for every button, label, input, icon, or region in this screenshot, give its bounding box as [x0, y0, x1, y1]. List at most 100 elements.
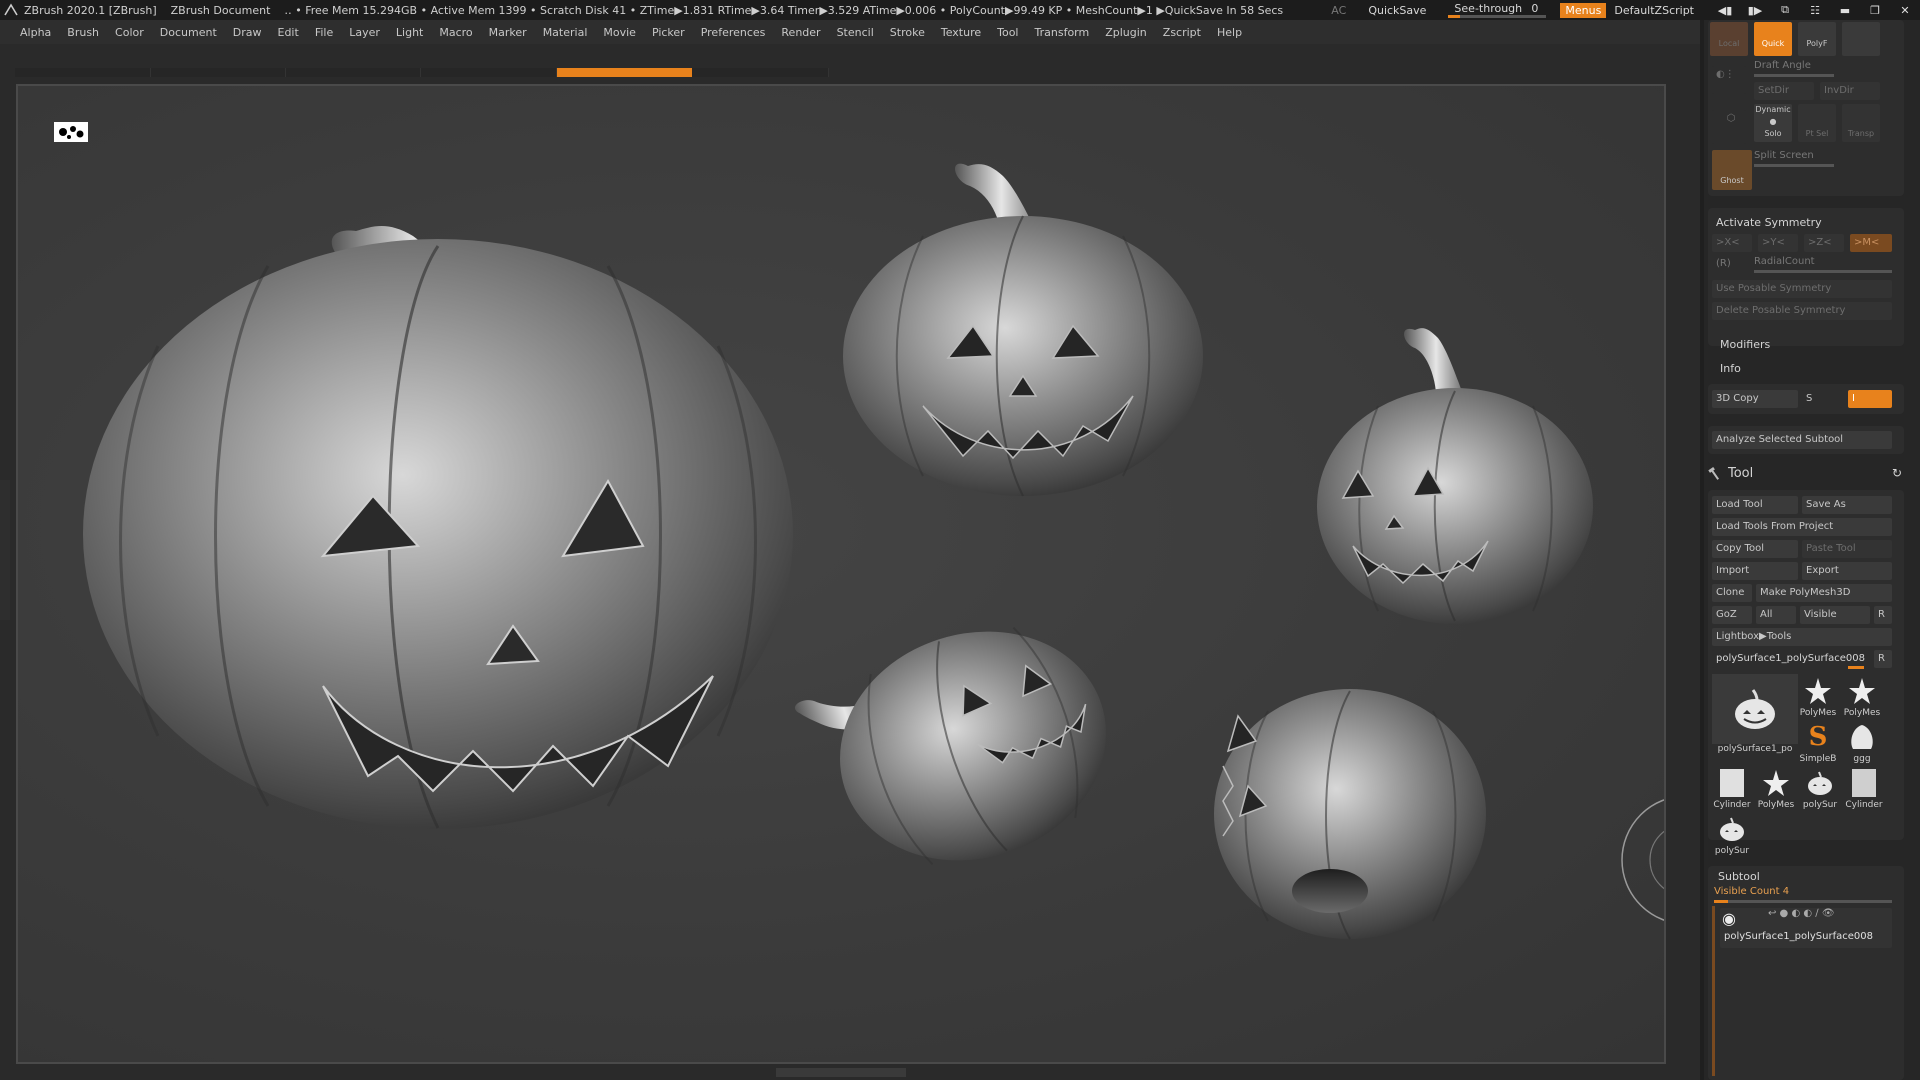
radialcount-slider[interactable]: [1754, 270, 1892, 273]
use-posable-symmetry-button[interactable]: Use Posable Symmetry: [1712, 280, 1892, 298]
copy3d-i-value[interactable]: I: [1848, 390, 1892, 408]
tool-thumb[interactable]: Cylinder: [1712, 766, 1752, 812]
menu-draw[interactable]: Draw: [233, 26, 262, 39]
menu-file[interactable]: File: [315, 26, 333, 39]
menu-preferences[interactable]: Preferences: [701, 26, 766, 39]
export-button[interactable]: Export: [1802, 562, 1892, 580]
tool-r-button[interactable]: R: [1874, 650, 1892, 668]
tool-thumb[interactable]: PolyMes: [1756, 766, 1796, 812]
cube-icon[interactable]: ⬡: [1712, 110, 1746, 144]
quicksave-button[interactable]: QuickSave: [1368, 4, 1426, 17]
subtool-item[interactable]: ◉ ↩ ● ◐ ◐ ∕ 👁 polySurface1_polySurface00…: [1720, 908, 1892, 948]
copy3d-s-value[interactable]: S: [1802, 390, 1842, 408]
ghost-button[interactable]: Ghost: [1712, 150, 1752, 190]
default-zscript-button[interactable]: DefaultZScript: [1614, 4, 1694, 17]
save-as-button[interactable]: Save As: [1802, 496, 1892, 514]
info-header[interactable]: Info: [1720, 362, 1741, 375]
solo-button[interactable]: Dynamic ● Solo: [1754, 104, 1792, 142]
menu-stroke[interactable]: Stroke: [890, 26, 925, 39]
load-tools-from-project-button[interactable]: Load Tools From Project: [1712, 518, 1892, 536]
menu-transform[interactable]: Transform: [1035, 26, 1090, 39]
menu-macro[interactable]: Macro: [439, 26, 472, 39]
tab-segment[interactable]: [421, 68, 557, 77]
menu-movie[interactable]: Movie: [603, 26, 636, 39]
local-button[interactable]: Local: [1710, 22, 1748, 56]
pumpkin-bottom-middle[interactable]: [788, 598, 1136, 901]
menu-marker[interactable]: Marker: [489, 26, 527, 39]
tab-segment[interactable]: [151, 68, 286, 77]
draft-angle-slider[interactable]: [1754, 74, 1834, 77]
setdir-button[interactable]: SetDir: [1754, 82, 1814, 100]
tab-segment[interactable]: [15, 68, 151, 77]
sym-x-button[interactable]: >X<: [1712, 234, 1752, 252]
menu-picker[interactable]: Picker: [652, 26, 685, 39]
menu-layer[interactable]: Layer: [349, 26, 380, 39]
menu-alpha[interactable]: Alpha: [20, 26, 51, 39]
bottom-tray-handle[interactable]: [776, 1068, 906, 1077]
tool-thumb[interactable]: PolyMes: [1798, 674, 1838, 720]
tool-thumb[interactable]: S SimpleB: [1798, 720, 1838, 766]
sym-y-button[interactable]: >Y<: [1758, 234, 1798, 252]
menu-tool[interactable]: Tool: [997, 26, 1018, 39]
clone-button[interactable]: Clone: [1712, 584, 1752, 602]
menu-render[interactable]: Render: [781, 26, 820, 39]
tool-thumb[interactable]: Cylinder: [1844, 766, 1884, 812]
menus-toggle[interactable]: Menus: [1560, 2, 1607, 18]
maximize-icon[interactable]: ❐: [1860, 0, 1890, 20]
tool-thumb[interactable]: PolyMes: [1842, 674, 1882, 720]
menu-color[interactable]: Color: [115, 26, 144, 39]
visible-count-slider[interactable]: [1714, 900, 1892, 903]
pumpkin-bottom-right[interactable]: [1214, 689, 1486, 940]
ptsel-button[interactable]: Pt Sel: [1798, 104, 1836, 142]
pumpkin-right[interactable]: [1317, 328, 1593, 624]
subtool-header[interactable]: Subtool: [1718, 870, 1760, 883]
reset-icon[interactable]: ↻: [1892, 466, 1902, 480]
menu-texture[interactable]: Texture: [941, 26, 981, 39]
analyze-subtool-button[interactable]: Analyze Selected Subtool: [1712, 431, 1892, 449]
load-tool-button[interactable]: Load Tool: [1712, 496, 1798, 514]
tool-palette-title[interactable]: Tool: [1728, 466, 1753, 481]
transp-button[interactable]: Transp: [1842, 104, 1880, 142]
minimize-icon[interactable]: ▬: [1830, 0, 1860, 20]
close-icon[interactable]: ✕: [1890, 0, 1920, 20]
quick-button[interactable]: Quick: [1754, 22, 1792, 56]
menu-help[interactable]: Help: [1217, 26, 1242, 39]
menu-light[interactable]: Light: [396, 26, 423, 39]
tool-thumb-active[interactable]: polySurface1_po: [1712, 674, 1798, 758]
store-ui-icon[interactable]: ☷: [1800, 0, 1830, 20]
tool-thumb[interactable]: ggg: [1842, 720, 1882, 766]
material-sphere-button[interactable]: [1842, 22, 1880, 56]
copy-tool-button[interactable]: Copy Tool: [1712, 540, 1798, 558]
menu-edit[interactable]: Edit: [278, 26, 299, 39]
menu-brush[interactable]: Brush: [67, 26, 99, 39]
menu-document[interactable]: Document: [160, 26, 217, 39]
polyframe-button[interactable]: PolyF: [1798, 22, 1836, 56]
current-tool-slider[interactable]: polySurface1_polySurface008: [1712, 650, 1870, 668]
invdir-button[interactable]: InvDir: [1820, 82, 1880, 100]
document-canvas[interactable]: [16, 84, 1666, 1064]
paste-tool-button[interactable]: Paste Tool: [1802, 540, 1892, 558]
import-button[interactable]: Import: [1712, 562, 1798, 580]
pumpkin-large[interactable]: [83, 226, 793, 829]
tab-segment[interactable]: [692, 68, 829, 77]
lightbox-tools-button[interactable]: Lightbox▶Tools: [1712, 628, 1892, 646]
subtool-scrollbar[interactable]: [1712, 906, 1715, 1076]
menu-zscript[interactable]: Zscript: [1163, 26, 1201, 39]
tool-thumb[interactable]: polySur: [1712, 812, 1752, 858]
copy3d-button[interactable]: 3D Copy: [1712, 390, 1798, 408]
goz-visible-button[interactable]: Visible: [1800, 606, 1870, 624]
menu-stencil[interactable]: Stencil: [837, 26, 874, 39]
subtool-toggles[interactable]: ↩ ● ◐ ◐ ∕ 👁: [1768, 908, 1835, 923]
split-screen-slider[interactable]: [1754, 164, 1834, 167]
left-tray-handle[interactable]: [0, 480, 10, 620]
make-polymesh3d-button[interactable]: Make PolyMesh3D: [1756, 584, 1892, 602]
layout-right-icon[interactable]: ▮▶: [1740, 0, 1770, 20]
layout-left-icon[interactable]: ◀▮: [1710, 0, 1740, 20]
swap-ui-icon[interactable]: ⧉: [1770, 0, 1800, 20]
modifiers-header[interactable]: Modifiers: [1720, 338, 1770, 351]
tool-thumb[interactable]: polySur: [1800, 766, 1840, 812]
menu-material[interactable]: Material: [543, 26, 588, 39]
goz-all-button[interactable]: All: [1756, 606, 1796, 624]
tab-segment-active[interactable]: [557, 68, 692, 77]
ac-indicator[interactable]: AC: [1331, 4, 1346, 17]
